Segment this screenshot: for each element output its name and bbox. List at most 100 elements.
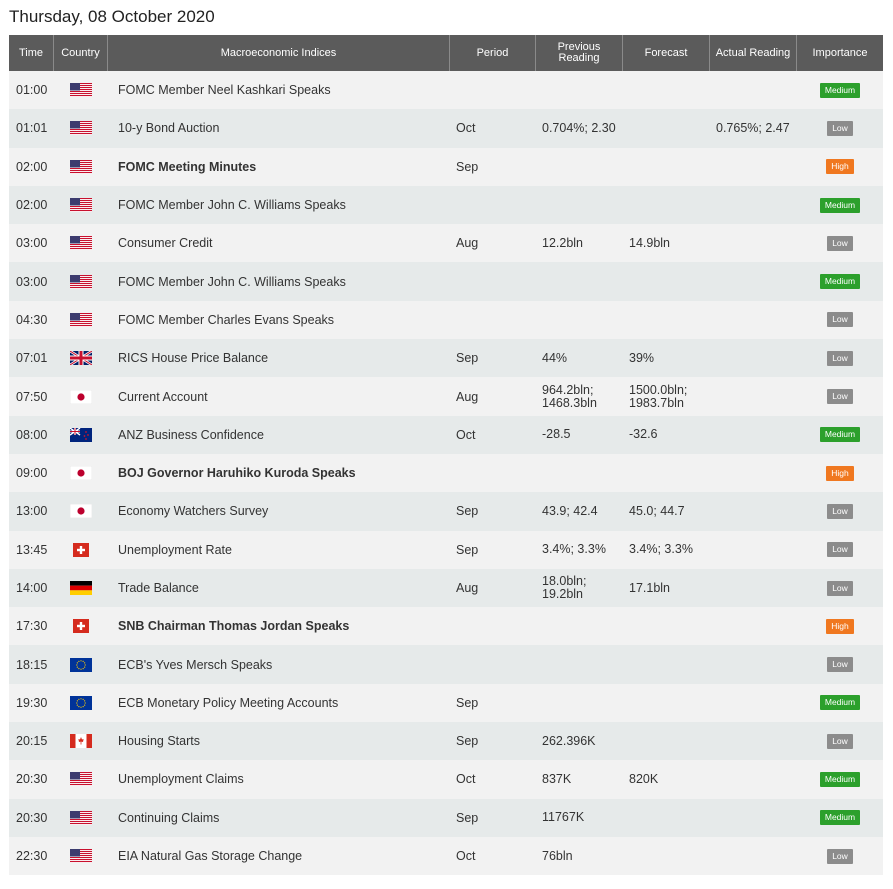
table-row[interactable]: 20:30 Continuing Claims Sep 11767K Medium (9, 798, 883, 837)
importance-cell: Low (797, 837, 883, 875)
event-period: Aug (456, 581, 479, 595)
us-flag-icon (70, 198, 92, 213)
event-name[interactable]: SNB Chairman Thomas Jordan Speaks (108, 607, 450, 645)
event-name[interactable]: ANZ Business Confidence (108, 416, 450, 454)
table-row[interactable]: 03:00 FOMC Member John C. Williams Speaks… (9, 262, 883, 301)
importance-badge: Low (827, 733, 853, 749)
actual-reading (710, 262, 797, 300)
event-time: 01:01 (16, 121, 48, 136)
event-name[interactable]: Consumer Credit (108, 224, 450, 262)
table-row[interactable]: 13:45 Unemployment Rate Sep 3.4%; 3.3% 3.4%;… (9, 530, 883, 569)
table-row[interactable]: 08:00 ANZ Business Confidence Oct -28.5 -32.… (9, 415, 883, 454)
table-row[interactable]: 07:01 RICS House Price Balance Sep 44% 39% Lo… (9, 339, 883, 378)
event-name[interactable]: Trade Balance (108, 569, 450, 607)
table-row[interactable]: 01:00 FOMC Member Neel Kashkari Speaks Med… (9, 71, 883, 110)
header-period[interactable]: Period (450, 35, 536, 71)
event-period: Sep (456, 504, 479, 519)
event-name[interactable]: Current Account (108, 377, 450, 415)
actual-reading (710, 837, 797, 875)
header-importance[interactable]: Importance (797, 35, 883, 71)
table-row[interactable]: 02:00 FOMC Meeting Minutes Sep High (9, 147, 883, 186)
header-forecast[interactable]: Forecast (623, 35, 710, 71)
jp-flag-icon (70, 504, 92, 519)
table-row[interactable]: 19:30 ECB Monetary Policy Meeting Account… (9, 683, 883, 723)
event-name[interactable]: EIA Natural Gas Storage Change (108, 837, 450, 875)
table-row[interactable]: 18:15 ECB's Yves Mersch Speaks Low (9, 645, 883, 684)
event-name[interactable]: FOMC Member Neel Kashkari Speaks (108, 71, 450, 109)
importance-badge: Low (827, 657, 853, 673)
event-name[interactable]: ECB Monetary Policy Meeting Accounts (108, 684, 450, 722)
actual-reading (710, 645, 797, 683)
event-period: Sep (456, 734, 479, 749)
event-time: 04:30 (16, 312, 48, 327)
event-name[interactable]: Continuing Claims (108, 799, 450, 837)
event-name[interactable]: Housing Starts (108, 722, 450, 760)
country-cell (54, 186, 108, 224)
importance-badge: Low (827, 848, 853, 864)
us-flag-icon (70, 236, 92, 251)
table-row[interactable]: 09:00 BOJ Governor Haruhiko Kuroda Speaks… (9, 453, 883, 493)
table-row[interactable]: 20:15 Housing Starts Sep 262.396K Low (9, 722, 883, 761)
event-name[interactable]: FOMC Member John C. Williams Speaks (108, 186, 450, 224)
header-event[interactable]: Macroeconomic Indices (108, 35, 450, 71)
event-time: 18:15 (16, 657, 48, 672)
header-previous[interactable]: Previous Reading (536, 35, 623, 71)
nz-flag-icon (70, 427, 92, 442)
country-cell (54, 722, 108, 760)
event-period (450, 71, 536, 109)
table-body: 01:00 FOMC Member Neel Kashkari Speaks Med… (9, 71, 883, 876)
actual-reading (710, 301, 797, 339)
event-name[interactable]: Economy Watchers Survey (108, 492, 450, 530)
event-period: Oct (456, 121, 476, 136)
actual-reading (710, 454, 797, 492)
event-name[interactable]: FOMC Member John C. Williams Speaks (108, 262, 450, 300)
event-time: 07:50 (16, 389, 48, 404)
forecast-value (623, 186, 710, 224)
event-name[interactable]: ECB's Yves Mersch Speaks (108, 645, 450, 683)
event-name[interactable]: FOMC Meeting Minutes (108, 148, 450, 186)
event-name[interactable]: RICS House Price Balance (108, 339, 450, 377)
event-name[interactable]: 10-y Bond Auction (108, 109, 450, 147)
importance-cell: Low (797, 722, 883, 760)
forecast-value: 45.0; 44.7 (629, 503, 685, 518)
table-row[interactable]: 20:30 Unemployment Claims Oct 837K 820K Mediu… (9, 760, 883, 799)
table-row[interactable]: 17:30 SNB Chairman Thomas Jordan Speaks Hi… (9, 607, 883, 646)
forecast-value: 14.9bln (629, 235, 671, 250)
event-name[interactable]: BOJ Governor Haruhiko Kuroda Speaks (108, 454, 450, 492)
event-name[interactable]: Unemployment Rate (108, 531, 450, 569)
importance-cell: Low (797, 109, 883, 147)
event-time: 08:00 (16, 427, 48, 442)
previous-reading: 12.2bln (542, 235, 584, 250)
table-row[interactable]: 07:50 Current Account Aug 964.2bln; 1468.3b… (9, 377, 883, 416)
event-name[interactable]: Unemployment Claims (108, 760, 450, 798)
table-row[interactable]: 13:00 Economy Watchers Survey Sep 43.9; 42.… (9, 492, 883, 531)
table-row[interactable]: 02:00 FOMC Member John C. Williams Speaks… (9, 185, 883, 225)
de-flag-icon (70, 581, 92, 595)
actual-reading (710, 148, 797, 186)
header-country[interactable]: Country (54, 35, 108, 71)
forecast-value (623, 71, 710, 109)
table-row[interactable]: 01:01 10-y Bond Auction Oct 0.704%; 2.30 0.7… (9, 109, 883, 148)
header-actual[interactable]: Actual Reading (710, 35, 797, 71)
event-time: 01:00 (16, 83, 48, 98)
importance-cell: Low (797, 492, 883, 530)
event-period (450, 301, 536, 339)
previous-reading (536, 148, 623, 186)
event-time: 03:00 (16, 274, 48, 289)
forecast-value: 17.1bln (629, 580, 671, 595)
event-time: 19:30 (16, 695, 48, 710)
header-time[interactable]: Time (9, 35, 54, 71)
table-row[interactable]: 14:00 Trade Balance Aug 18.0bln; 19.2bln 17.… (9, 568, 883, 608)
country-cell (54, 607, 108, 645)
table-row[interactable]: 22:30 EIA Natural Gas Storage Change Oct 76… (9, 836, 883, 876)
actual-reading (710, 531, 797, 569)
importance-cell: Low (797, 224, 883, 262)
importance-badge: Medium (819, 274, 861, 290)
ch-flag-icon (70, 542, 92, 557)
country-cell (54, 799, 108, 837)
table-row[interactable]: 03:00 Consumer Credit Aug 12.2bln 14.9bln Low (9, 224, 883, 263)
actual-reading (710, 71, 797, 109)
table-row[interactable]: 04:30 FOMC Member Charles Evans Speaks Low (9, 300, 883, 340)
previous-reading: 3.4%; 3.3% (542, 542, 606, 557)
event-name[interactable]: FOMC Member Charles Evans Speaks (108, 301, 450, 339)
